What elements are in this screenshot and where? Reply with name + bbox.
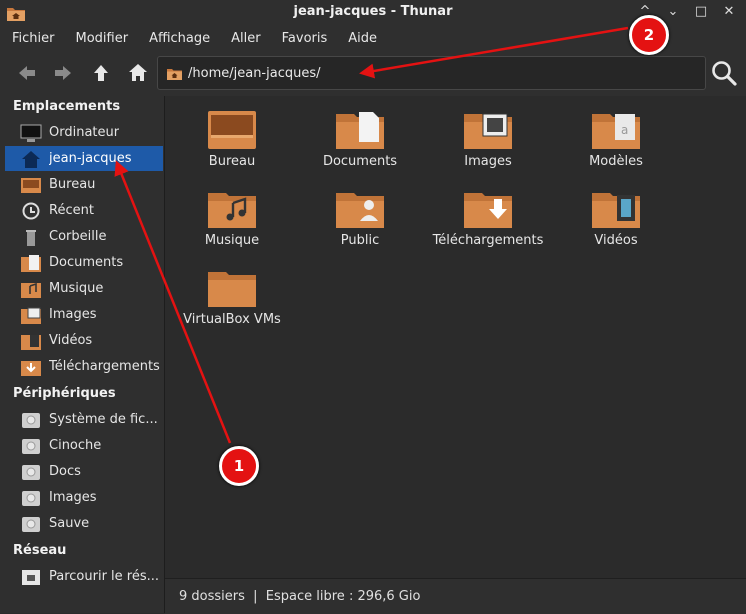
annotation-badge-1: 1 <box>219 446 259 486</box>
videos-folder-icon <box>592 193 640 228</box>
music-folder-icon <box>208 193 256 228</box>
sidebar-item-telechargements[interactable]: Téléchargements <box>5 354 163 379</box>
desktop-folder-icon <box>21 177 41 193</box>
music-folder-icon <box>21 282 41 298</box>
maximize-button[interactable]: □ <box>694 4 708 19</box>
section-emplacements: Emplacements <box>13 99 121 114</box>
documents-folder-icon <box>336 112 384 149</box>
sidebar-item-documents[interactable]: Documents <box>5 250 163 275</box>
menu-fichier[interactable]: Fichier <box>6 31 63 46</box>
public-folder-icon <box>336 193 384 228</box>
sidebar-item-jean-jacques[interactable]: jean-jacques <box>5 146 163 171</box>
file-item-musique[interactable]: Musique <box>168 175 296 253</box>
forward-button[interactable] <box>51 61 75 85</box>
sidebar-item-musique[interactable]: Musique <box>5 276 163 301</box>
svg-text:a: a <box>621 123 628 137</box>
file-view[interactable]: Bureau Documents Images a Modèles Musiqu… <box>165 96 746 578</box>
recent-icon <box>22 202 40 219</box>
home-button[interactable] <box>126 61 150 85</box>
arrow-right-icon <box>55 66 71 80</box>
toolbar: /home/jean-jacques/ <box>0 50 746 97</box>
desktop-folder-icon <box>208 111 256 149</box>
sidebar-item-videos[interactable]: Vidéos <box>5 328 163 353</box>
menu-affichage[interactable]: Affichage <box>143 31 218 46</box>
menu-favoris[interactable]: Favoris <box>276 31 336 46</box>
drive-icon <box>22 438 40 454</box>
arrow-up-icon <box>94 65 108 81</box>
drive-icon <box>22 490 40 506</box>
sidebar-item-images[interactable]: Images <box>5 302 163 327</box>
sidebar-item-bureau[interactable]: Bureau <box>5 172 163 197</box>
sidebar: Emplacements Ordinateur jean-jacques Bur… <box>0 96 165 613</box>
menu-aller[interactable]: Aller <box>225 31 268 46</box>
annotation-badge-2: 2 <box>629 15 669 55</box>
menu-aide[interactable]: Aide <box>342 31 385 46</box>
location-path: /home/jean-jacques/ <box>188 65 321 81</box>
back-button[interactable] <box>15 61 39 85</box>
close-button[interactable]: ✕ <box>722 4 736 19</box>
images-folder-icon <box>464 113 512 149</box>
search-icon <box>712 61 737 86</box>
downloads-folder-icon <box>464 193 512 228</box>
parent-folder-button[interactable] <box>89 61 113 85</box>
file-item-telechargements[interactable]: Téléchargements <box>424 175 552 253</box>
sidebar-item-parcourir-reseau[interactable]: Parcourir le rés... <box>5 564 163 589</box>
file-item-documents[interactable]: Documents <box>296 96 424 174</box>
sidebar-item-images-drive[interactable]: Images <box>5 485 163 510</box>
trash-icon <box>26 229 36 246</box>
downloads-folder-icon <box>21 360 41 376</box>
menu-modifier[interactable]: Modifier <box>70 31 137 46</box>
status-bar: 9 dossiers | Espace libre : 296,6 Gio <box>165 578 746 614</box>
documents-folder-icon <box>21 254 41 272</box>
images-folder-icon <box>21 307 41 324</box>
sidebar-item-recent[interactable]: Récent <box>5 198 163 223</box>
minimize-button[interactable]: ⌄ <box>666 4 680 19</box>
section-reseau: Réseau <box>13 543 67 558</box>
section-peripheriques: Périphériques <box>13 386 116 401</box>
file-item-modeles[interactable]: a Modèles <box>552 96 680 174</box>
file-item-videos[interactable]: Vidéos <box>552 175 680 253</box>
location-bar[interactable]: /home/jean-jacques/ <box>157 56 706 90</box>
sidebar-item-cinoche[interactable]: Cinoche <box>5 433 163 458</box>
sidebar-item-ordinateur[interactable]: Ordinateur <box>5 120 163 145</box>
file-item-bureau[interactable]: Bureau <box>168 96 296 174</box>
sidebar-item-systeme[interactable]: Système de fic... <box>5 407 163 432</box>
sidebar-item-docs[interactable]: Docs <box>5 459 163 484</box>
status-text: 9 dossiers | Espace libre : 296,6 Gio <box>179 589 421 604</box>
network-icon <box>22 569 40 585</box>
sidebar-item-sauve[interactable]: Sauve <box>5 511 163 536</box>
search-button[interactable] <box>710 59 738 87</box>
videos-folder-icon <box>21 334 41 350</box>
home-folder-icon <box>22 150 40 168</box>
sidebar-item-corbeille[interactable]: Corbeille <box>5 224 163 249</box>
file-item-virtualbox-vms[interactable]: VirtualBox VMs <box>168 254 296 332</box>
file-item-public[interactable]: Public <box>296 175 424 253</box>
folder-icon <box>208 272 256 307</box>
arrow-left-icon <box>19 66 35 80</box>
window-title: jean-jacques - Thunar <box>293 4 453 19</box>
home-icon <box>129 64 147 81</box>
drive-icon <box>22 464 40 480</box>
drive-icon <box>22 516 40 532</box>
home-folder-icon <box>167 68 182 80</box>
drive-icon <box>22 412 40 428</box>
templates-folder-icon: a <box>592 114 640 149</box>
computer-icon <box>20 124 42 142</box>
file-item-images[interactable]: Images <box>424 96 552 174</box>
